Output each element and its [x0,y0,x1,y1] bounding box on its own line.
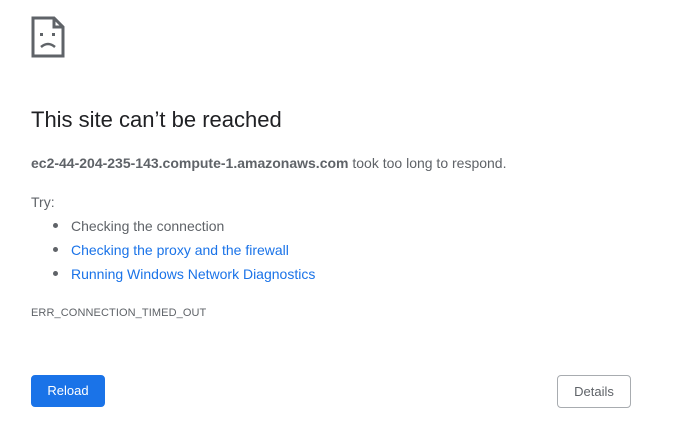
suggestion-item-proxy[interactable]: Checking the proxy and the firewall [53,240,315,264]
page-title: This site can’t be reached [31,107,282,132]
sad-page-icon [31,16,65,58]
suggestion-item-diagnostics[interactable]: Running Windows Network Diagnostics [53,264,315,288]
bullet-icon [53,223,58,228]
bullet-icon [53,247,58,252]
proxy-firewall-link[interactable]: Checking the proxy and the firewall [71,242,289,258]
suggestion-label: Checking the connection [71,218,225,234]
reload-button[interactable]: Reload [31,375,105,407]
try-label: Try: [31,194,55,210]
summary-message: took too long to respond. [348,155,507,171]
bullet-icon [53,271,58,276]
error-code: ERR_CONNECTION_TIMED_OUT [31,307,207,319]
suggestion-item-connection: Checking the connection [53,216,315,240]
error-summary: ec2-44-204-235-143.compute-1.amazonaws.c… [31,153,506,173]
suggestions-list: Checking the connection Checking the pro… [31,216,315,288]
host-name: ec2-44-204-235-143.compute-1.amazonaws.c… [31,155,349,171]
network-diagnostics-link[interactable]: Running Windows Network Diagnostics [71,266,315,282]
details-button[interactable]: Details [557,375,631,408]
